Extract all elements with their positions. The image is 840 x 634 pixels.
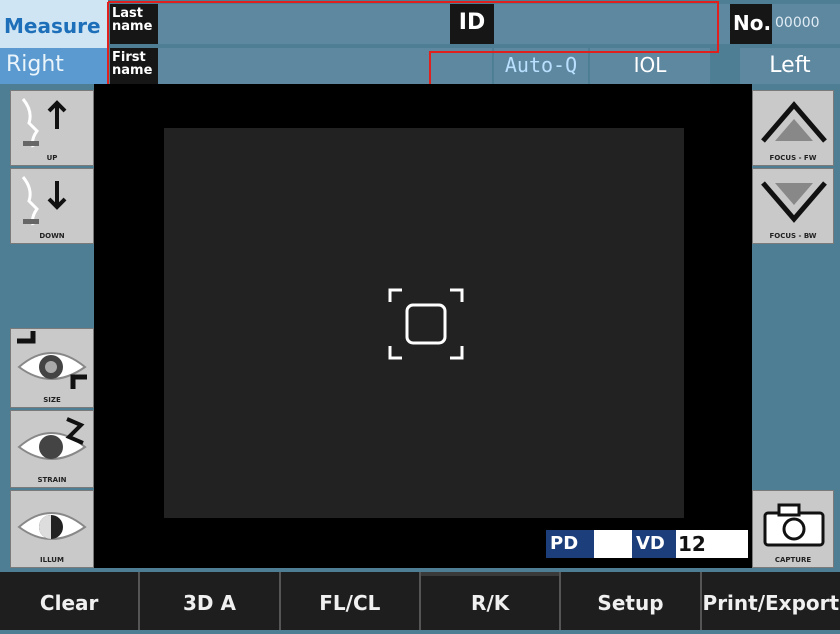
camera-icon (763, 503, 825, 547)
capture-button[interactable]: CAPTURE (752, 490, 834, 568)
eye-strain-icon (17, 417, 87, 460)
size-button[interactable]: SIZE (10, 328, 94, 408)
pd-label: PD (546, 530, 594, 558)
focus-backward-icon (761, 181, 827, 223)
down-caption: DOWN (39, 232, 65, 240)
eye-size-icon (17, 331, 87, 389)
3d-a-button[interactable]: 3D A (140, 572, 281, 630)
fl-cl-button[interactable]: FL/CL (281, 572, 421, 630)
focus-forward-icon (761, 101, 827, 143)
chin-up-icon (21, 98, 67, 148)
vd-value: 12 (676, 530, 748, 558)
pd-value (594, 530, 632, 558)
chin-down-icon (21, 176, 67, 226)
size-caption: SIZE (43, 396, 61, 404)
strain-caption: STRAIN (37, 476, 67, 484)
chin-down-button[interactable]: DOWN (10, 168, 94, 244)
focus-backward-button[interactable]: FOCUS - BW (752, 168, 834, 244)
focus-forward-button[interactable]: FOCUS - FW (752, 90, 834, 166)
r-k-button[interactable]: R/K (420, 572, 562, 630)
illum-caption: ILLUM (40, 556, 64, 564)
capture-caption: CAPTURE (774, 556, 812, 564)
focus-target-icon (388, 288, 464, 360)
strain-button[interactable]: STRAIN (10, 410, 94, 488)
eye-illum-icon (17, 512, 87, 540)
focus-forward-caption: FOCUS - FW (769, 154, 817, 162)
clear-button[interactable]: Clear (0, 572, 141, 630)
focus-backward-caption: FOCUS - BW (769, 232, 817, 240)
setup-button[interactable]: Setup (561, 572, 702, 630)
up-caption: UP (46, 154, 58, 162)
illum-button[interactable]: ILLUM (10, 490, 94, 568)
print-export-button[interactable]: Print/Export (702, 572, 840, 630)
vd-label: VD (632, 530, 676, 558)
bottom-toolbar: Clear 3D A FL/CL R/K Setup Print/Export (0, 572, 840, 630)
chin-up-button[interactable]: UP (10, 90, 94, 166)
